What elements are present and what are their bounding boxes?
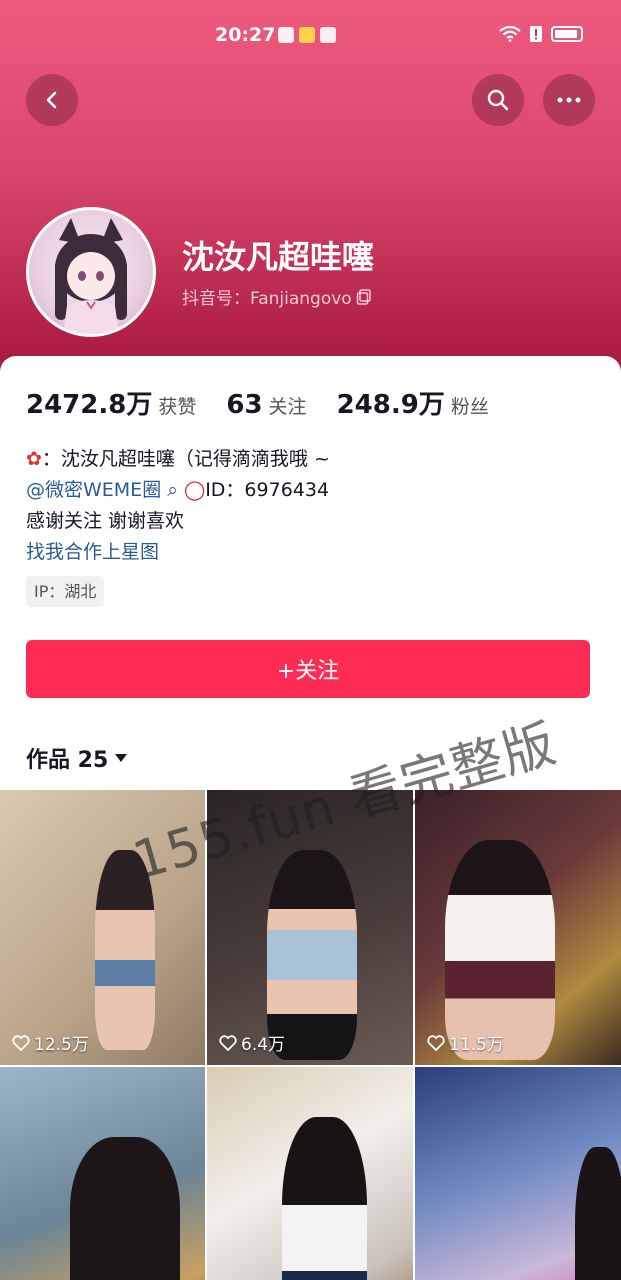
status-bar: 20:27 <box>0 22 621 52</box>
ip-location-tag: IP：湖北 <box>26 576 105 607</box>
stat-label: 获赞 <box>158 396 197 418</box>
like-count: 6.4万 <box>219 1030 285 1055</box>
stat-label: 关注 <box>268 396 307 418</box>
thumbnail-figure <box>575 1147 621 1280</box>
thumbnail-figure <box>70 1137 180 1280</box>
video-thumbnail[interactable] <box>415 1067 621 1280</box>
profile-stats: 2472.8万 获赞 63 关注 248.9万 粉丝 <box>26 384 501 421</box>
wifi-icon <box>499 26 521 42</box>
video-thumbnail[interactable] <box>207 1067 413 1280</box>
bio-text: ID：6976434 <box>205 479 330 501</box>
heart-icon <box>427 1034 445 1051</box>
tab-works-label: 作品 25 <box>26 748 109 773</box>
search-icon <box>487 89 509 111</box>
magnifier-icon: ⌕ <box>167 479 178 501</box>
notification-icon <box>299 27 315 43</box>
copy-icon[interactable] <box>356 288 372 305</box>
account-id: 抖音号：Fanjiangovo <box>182 284 372 309</box>
avatar-image <box>55 218 127 334</box>
status-icons <box>499 25 583 43</box>
tab-works[interactable]: 作品 25 <box>26 742 128 774</box>
stat-value: 2472.8万 <box>26 390 153 420</box>
avatar[interactable] <box>26 207 156 337</box>
more-button[interactable] <box>543 74 595 126</box>
video-thumbnail[interactable]: 11.5万 <box>415 790 621 1065</box>
thumbnail-figure <box>282 1117 367 1280</box>
stat-followers[interactable]: 248.9万 粉丝 <box>337 384 489 421</box>
like-count-text: 6.4万 <box>241 1035 286 1055</box>
stat-following[interactable]: 63 关注 <box>226 390 306 420</box>
like-count: 11.5万 <box>427 1030 504 1055</box>
thumbnail-figure <box>445 840 555 1060</box>
ring-icon: ◯ <box>183 479 206 501</box>
stat-value: 248.9万 <box>336 390 445 420</box>
status-time: 20:27 <box>215 24 276 46</box>
heart-icon <box>219 1034 237 1051</box>
notification-icon <box>278 27 294 43</box>
profile-bio: ✿：沈汝凡超哇噻（记得滴滴我哦 ~ @微密WEME圈 ⌕ ◯ID：6976434… <box>26 444 330 568</box>
heart-icon <box>12 1034 30 1051</box>
bio-text: ：沈汝凡超哇噻（记得滴滴我哦 ~ <box>41 448 330 470</box>
bio-line: ✿：沈汝凡超哇噻（记得滴滴我哦 ~ <box>26 444 330 475</box>
bio-line: 感谢关注 谢谢喜欢 <box>26 510 185 532</box>
more-horizontal-icon <box>557 97 581 103</box>
battery-icon <box>551 26 583 42</box>
upload-icon <box>320 27 336 43</box>
alert-icon <box>530 26 542 42</box>
thumbnail-figure <box>267 850 357 1060</box>
like-count-text: 11.5万 <box>449 1035 504 1055</box>
like-count-text: 12.5万 <box>34 1035 89 1055</box>
profile-header: 20:27 沈汝凡超哇噻 抖音号：Fanjiangovo <box>0 0 621 380</box>
scarf-icon: ✿ <box>26 448 42 470</box>
video-thumbnail[interactable] <box>0 1067 205 1280</box>
username: 沈汝凡超哇噻 <box>182 238 375 276</box>
stat-value: 63 <box>226 390 263 420</box>
caret-down-icon <box>115 754 128 762</box>
video-grid: 12.5万 6.4万 11.5万 <box>0 790 621 1280</box>
star-map-link[interactable]: 找我合作上星图 <box>26 537 330 568</box>
like-count: 12.5万 <box>12 1030 89 1055</box>
bio-mention-link[interactable]: @微密WEME圈 <box>26 479 161 501</box>
chevron-left-icon <box>46 91 57 109</box>
account-id-text: 抖音号：Fanjiangovo <box>182 289 352 309</box>
follow-button[interactable]: +关注 <box>26 640 590 698</box>
back-button[interactable] <box>26 74 78 126</box>
stat-likes[interactable]: 2472.8万 获赞 <box>26 384 196 421</box>
bio-line: @微密WEME圈 ⌕ ◯ID：6976434 <box>26 475 330 506</box>
stat-label: 粉丝 <box>450 396 489 418</box>
search-button[interactable] <box>472 74 524 126</box>
